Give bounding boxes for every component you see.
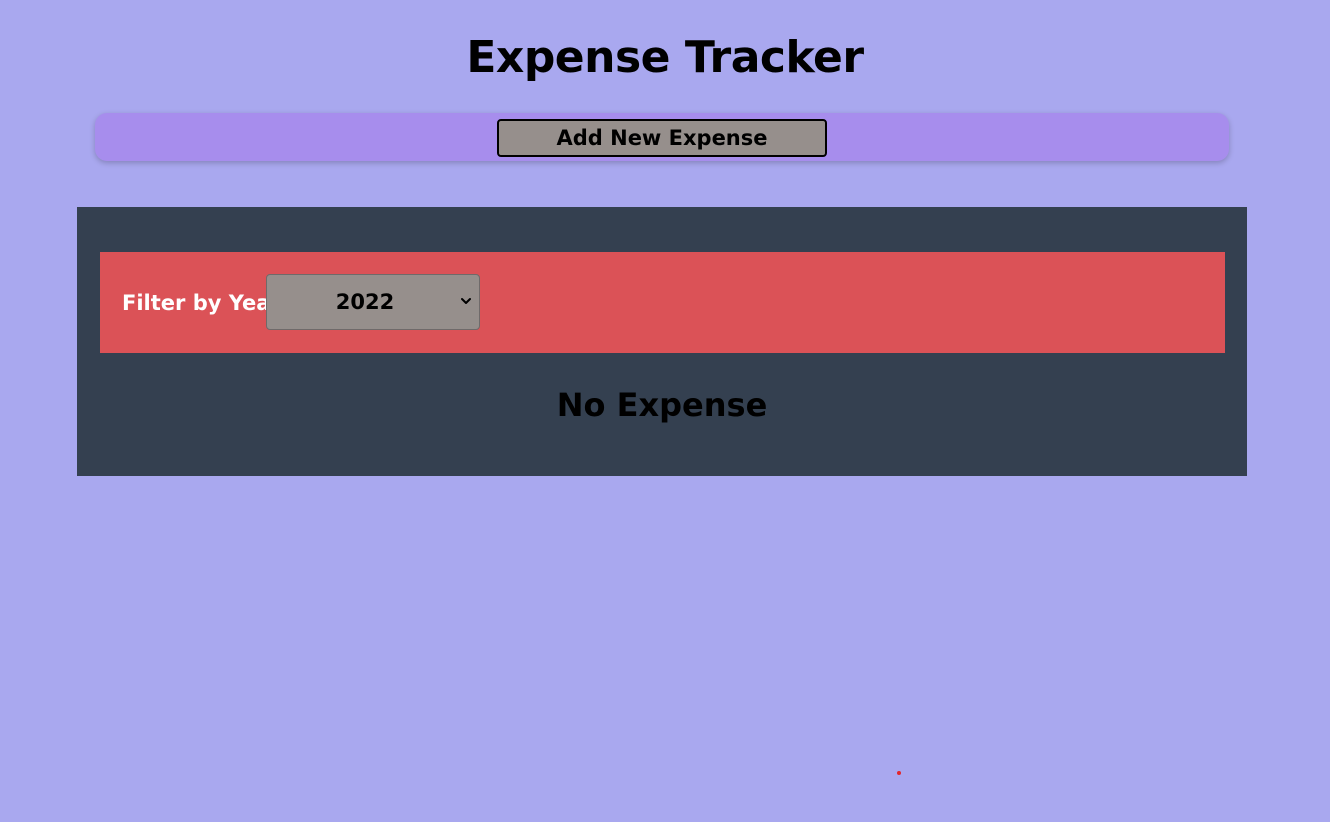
cursor-dot — [897, 771, 901, 775]
empty-expenses-message: No Expense — [556, 386, 768, 424]
expenses-panel: Filter by Year 2022 No Expense — [77, 207, 1247, 476]
filter-label: Filter by Year — [122, 291, 281, 315]
add-new-expense-button[interactable]: Add New Expense — [497, 119, 827, 157]
expenses-filter: Filter by Year 2022 — [100, 252, 1225, 353]
chevron-down-icon — [461, 298, 471, 304]
page-title: Expense Tracker — [466, 32, 864, 83]
new-expense-bar: Add New Expense — [95, 113, 1229, 161]
year-select[interactable]: 2022 — [266, 274, 480, 330]
year-select-value: 2022 — [335, 290, 395, 314]
